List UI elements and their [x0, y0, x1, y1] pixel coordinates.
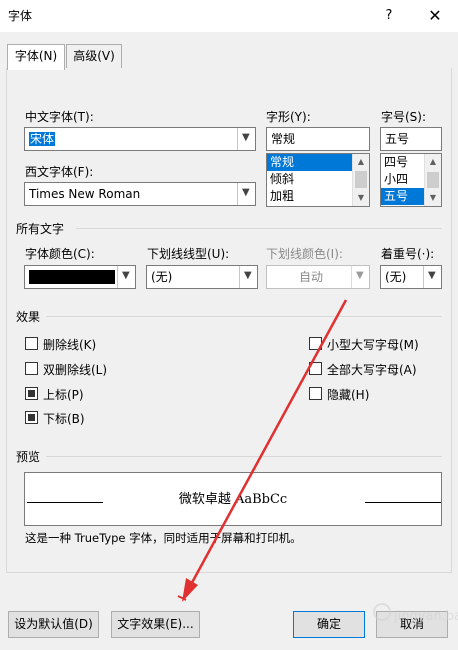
underline-color-value: 自动 [299, 270, 324, 284]
preview-baseline-right [365, 502, 441, 503]
underline-style-combo[interactable]: (无) ▼ [146, 265, 258, 289]
preview-box: 微软卓越 AaBbCc [24, 472, 442, 526]
chinese-font-label: 中文字体(T): [25, 110, 94, 124]
scroll-thumb[interactable] [355, 171, 367, 188]
all-caps-checkbox[interactable] [309, 362, 322, 375]
font-size-list[interactable]: 四号 小四 五号 ▲ ▼ [380, 153, 442, 207]
preview-section-title: 预览 [16, 450, 41, 464]
chevron-down-icon[interactable]: ▼ [117, 266, 135, 288]
preview-description: 这是一种 TrueType 字体，同时适用于屏幕和打印机。 [25, 531, 302, 545]
annotation-arrow-tail [177, 595, 187, 601]
subscript-checkbox[interactable] [25, 411, 38, 424]
hidden-checkbox[interactable] [309, 387, 322, 400]
tab-font[interactable]: 字体(N) [7, 44, 65, 70]
chevron-down-icon[interactable]: ▼ [423, 266, 441, 288]
annotation-arrowhead-icon [182, 578, 198, 602]
subscript-label: 下标(B) [43, 412, 85, 426]
scroll-down-icon[interactable]: ▼ [425, 190, 441, 206]
superscript-label: 上标(P) [43, 388, 84, 402]
western-font-label: 西文字体(F): [25, 165, 94, 179]
emphasis-mark-value: (无) [385, 270, 407, 284]
western-font-value: Times New Roman [29, 187, 141, 201]
help-button[interactable]: ? [376, 4, 402, 28]
font-size-label: 字号(S): [381, 110, 427, 124]
underline-style-value: (无) [151, 270, 173, 284]
tab-advanced[interactable]: 高级(V) [66, 44, 122, 69]
font-style-list[interactable]: 常规 倾斜 加粗 ▲ ▼ [266, 153, 370, 207]
close-button[interactable]: ✕ [421, 4, 449, 28]
font-style-input[interactable]: 常规 [266, 127, 370, 151]
ok-button[interactable]: 确定 [293, 611, 365, 638]
font-color-swatch [29, 270, 115, 284]
section-divider [46, 316, 442, 317]
section-divider [76, 228, 442, 229]
text-effects-button[interactable]: 文字效果(E)... [111, 611, 200, 638]
scroll-down-icon[interactable]: ▼ [353, 190, 369, 206]
cancel-button[interactable]: 取消 [376, 611, 448, 638]
chevron-down-icon[interactable]: ▼ [237, 128, 255, 150]
font-size-input[interactable]: 五号 [380, 127, 442, 151]
scroll-thumb[interactable] [427, 172, 439, 188]
underline-color-combo[interactable]: 自动 ▼ [266, 265, 370, 289]
emphasis-mark-label: 着重号(·): [381, 247, 435, 261]
scrollbar[interactable]: ▲ ▼ [352, 154, 369, 206]
strikethrough-label: 删除线(K) [43, 338, 97, 352]
underline-color-label: 下划线颜色(I): [266, 247, 343, 261]
scrollbar[interactable]: ▲ ▼ [424, 154, 441, 206]
chinese-font-value: 宋体 [29, 132, 56, 146]
double-strikethrough-label: 双删除线(L) [43, 363, 108, 377]
strikethrough-checkbox[interactable] [25, 337, 38, 350]
underline-style-label: 下划线线型(U): [147, 247, 230, 261]
small-caps-checkbox[interactable] [309, 337, 322, 350]
double-strikethrough-checkbox[interactable] [25, 362, 38, 375]
all-caps-label: 全部大写字母(A) [327, 363, 417, 377]
chevron-down-icon[interactable]: ▼ [351, 266, 369, 288]
scroll-up-icon[interactable]: ▲ [425, 154, 441, 170]
western-font-combo[interactable]: Times New Roman ▼ [24, 182, 256, 206]
all-text-section-title: 所有文字 [16, 222, 65, 236]
chevron-down-icon[interactable]: ▼ [239, 266, 257, 288]
superscript-checkbox[interactable] [25, 387, 38, 400]
emphasis-mark-combo[interactable]: (无) ▼ [380, 265, 442, 289]
font-color-combo[interactable]: ▼ [24, 265, 136, 289]
font-color-label: 字体颜色(C): [25, 247, 95, 261]
scroll-up-icon[interactable]: ▲ [353, 154, 369, 170]
hidden-label: 隐藏(H) [327, 388, 370, 402]
chevron-down-icon[interactable]: ▼ [237, 183, 255, 205]
small-caps-label: 小型大写字母(M) [327, 338, 419, 352]
effects-section-title: 效果 [16, 310, 41, 324]
font-style-label: 字形(Y): [266, 110, 311, 124]
set-default-button[interactable]: 设为默认值(D) [8, 611, 99, 638]
preview-sample-text: 微软卓越 AaBbCc [178, 492, 288, 507]
chinese-font-combo[interactable]: 宋体 ▼ [24, 127, 256, 151]
window-title: 字体 [8, 9, 33, 23]
section-divider [46, 456, 442, 457]
